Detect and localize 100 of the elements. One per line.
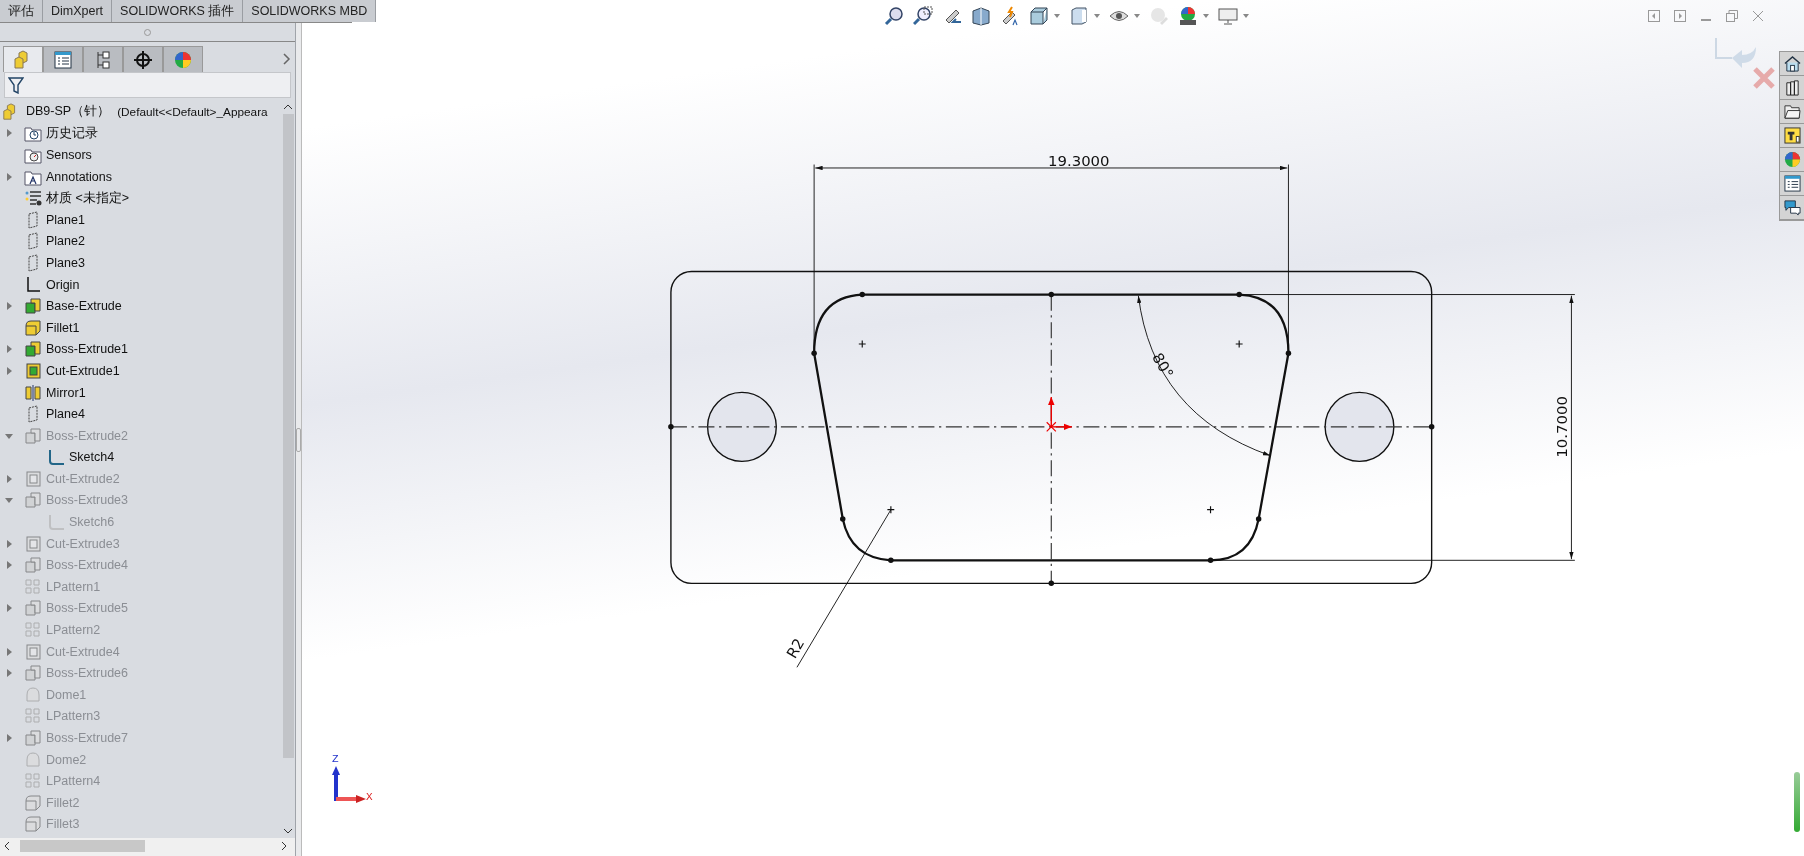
zoom-fit-icon[interactable] <box>884 6 904 26</box>
tile-right-icon[interactable] <box>1674 10 1686 22</box>
slot-profile[interactable] <box>812 293 1290 562</box>
display-style-icon[interactable] <box>1069 6 1089 26</box>
sketch-point[interactable] <box>1236 291 1242 298</box>
gauge-folder-icon <box>24 146 42 164</box>
sketch-point[interactable] <box>888 557 894 564</box>
dropdown-caret-icon[interactable] <box>1203 14 1209 18</box>
tree-item[interactable]: Boss-Extrude1 <box>2 338 130 361</box>
collapsed-caret-icon[interactable] <box>5 474 13 483</box>
part-name[interactable]: DB9-SP（针） <box>26 103 111 121</box>
scene-icon[interactable] <box>1178 6 1198 26</box>
block-icon <box>24 340 42 359</box>
collapsed-caret-icon[interactable] <box>5 345 13 354</box>
dropdown-caret-icon[interactable] <box>1243 14 1249 18</box>
collapsed-caret-icon[interactable] <box>5 561 13 570</box>
task-pane-tab[interactable] <box>1780 100 1804 124</box>
tree-item[interactable]: 材质 <未指定> <box>2 187 132 209</box>
mirror-icon <box>24 383 42 402</box>
collapsed-caret-icon[interactable] <box>5 172 13 181</box>
sketch-point[interactable] <box>840 516 846 522</box>
center-mark <box>1235 340 1244 349</box>
dynamic-annotation-icon[interactable] <box>1000 6 1020 26</box>
sketch-point[interactable] <box>1048 291 1055 298</box>
collapsed-caret-icon[interactable] <box>5 669 13 678</box>
books-icon <box>1783 79 1801 96</box>
collapsed-caret-icon[interactable] <box>5 604 13 613</box>
task-pane-tab[interactable] <box>1780 196 1804 220</box>
angle-arc[interactable] <box>1137 295 1271 457</box>
task-pane-tab[interactable] <box>1780 76 1804 100</box>
expanded-caret-icon[interactable] <box>5 431 13 440</box>
sketch-point[interactable] <box>1285 350 1292 356</box>
panel-tab[interactable] <box>123 46 163 72</box>
dropdown-caret-icon[interactable] <box>1054 14 1060 18</box>
collapsed-caret-icon[interactable] <box>5 539 13 548</box>
scroll-up-icon[interactable] <box>283 104 293 110</box>
tree-item[interactable]: Cut-Extrude1 <box>2 360 122 382</box>
chevron-right-icon[interactable] <box>283 53 291 65</box>
tree-item[interactable]: Base-Extrude <box>2 295 124 317</box>
tree-item[interactable]: Annotations <box>2 165 115 188</box>
dimension-text[interactable]: 19.3000 <box>1048 151 1110 170</box>
tree-item[interactable]: Sensors <box>2 144 94 166</box>
panel-tab[interactable] <box>43 46 83 72</box>
sketch-point[interactable] <box>1428 424 1435 430</box>
cube-icon[interactable] <box>1029 6 1049 26</box>
task-pane-tab[interactable] <box>1780 172 1804 196</box>
rounded-block-icon <box>24 815 42 834</box>
sketch-point[interactable] <box>668 424 674 430</box>
collapsed-caret-icon[interactable] <box>5 302 13 311</box>
dimension-text[interactable]: R2 <box>782 635 809 662</box>
scroll-left-icon[interactable] <box>4 841 10 851</box>
tree-item[interactable]: Plane2 <box>2 230 87 253</box>
scroll-thumb[interactable] <box>282 114 294 758</box>
task-pane-tab[interactable] <box>1780 52 1804 76</box>
scroll-right-icon[interactable] <box>281 841 287 851</box>
collapsed-caret-icon[interactable] <box>5 647 13 656</box>
section-view-icon[interactable] <box>971 6 991 26</box>
dimension-lines[interactable] <box>813 164 1289 350</box>
tile-left-icon[interactable] <box>1648 10 1660 22</box>
collapsed-caret-icon[interactable] <box>5 734 13 742</box>
sketch-point[interactable] <box>811 350 817 356</box>
tree-item[interactable]: Plane4 <box>2 403 87 425</box>
close-icon[interactable] <box>1752 10 1764 22</box>
tree-item[interactable]: Mirror1 <box>2 381 88 404</box>
scroll-thumb[interactable] <box>20 840 145 852</box>
dropdown-caret-icon[interactable] <box>1134 14 1140 18</box>
tree-item[interactable]: Plane3 <box>2 252 87 274</box>
tree-item[interactable]: 历史记录 <box>2 122 100 145</box>
hole-circle[interactable] <box>1324 391 1395 463</box>
scroll-down-icon[interactable] <box>283 828 293 834</box>
cut-block-icon <box>24 534 42 553</box>
zoom-area-icon[interactable] <box>913 6 933 26</box>
pattern-icon <box>24 707 42 726</box>
panel-tab[interactable] <box>83 46 123 72</box>
block-icon <box>24 729 42 747</box>
hole-circle[interactable] <box>706 391 777 463</box>
sketch-point[interactable] <box>1255 516 1262 522</box>
horizontal-scrollbar[interactable] <box>0 838 295 856</box>
dimension-text[interactable]: 80° <box>1148 349 1178 382</box>
tree-item[interactable]: Plane1 <box>2 208 87 231</box>
restore-icon[interactable] <box>1726 10 1738 22</box>
filter-icon <box>8 76 24 94</box>
plate-outline[interactable] <box>670 270 1433 584</box>
dropdown-caret-icon[interactable] <box>1094 14 1100 18</box>
collapsed-caret-icon[interactable] <box>5 129 13 138</box>
task-pane-tab[interactable] <box>1780 124 1804 148</box>
monitor-icon[interactable] <box>1218 6 1238 26</box>
expanded-caret-icon[interactable] <box>5 496 13 505</box>
tree-item[interactable]: Sketch4 <box>25 446 117 469</box>
filter-field[interactable] <box>4 72 291 98</box>
sketch-point[interactable] <box>1207 557 1214 564</box>
dimension-lines[interactable] <box>1214 294 1576 561</box>
sketch-point[interactable] <box>859 291 865 298</box>
tree-item[interactable]: Origin <box>2 273 82 296</box>
pattern-icon <box>24 577 42 596</box>
sketch-point[interactable] <box>1048 580 1055 587</box>
collapsed-caret-icon[interactable] <box>5 366 13 375</box>
configuration-name: (Default<<Default>_Appeara <box>117 104 268 119</box>
dimension-text[interactable]: 10.7000 <box>1552 395 1571 458</box>
tree-item[interactable]: Fillet1 <box>2 316 82 339</box>
